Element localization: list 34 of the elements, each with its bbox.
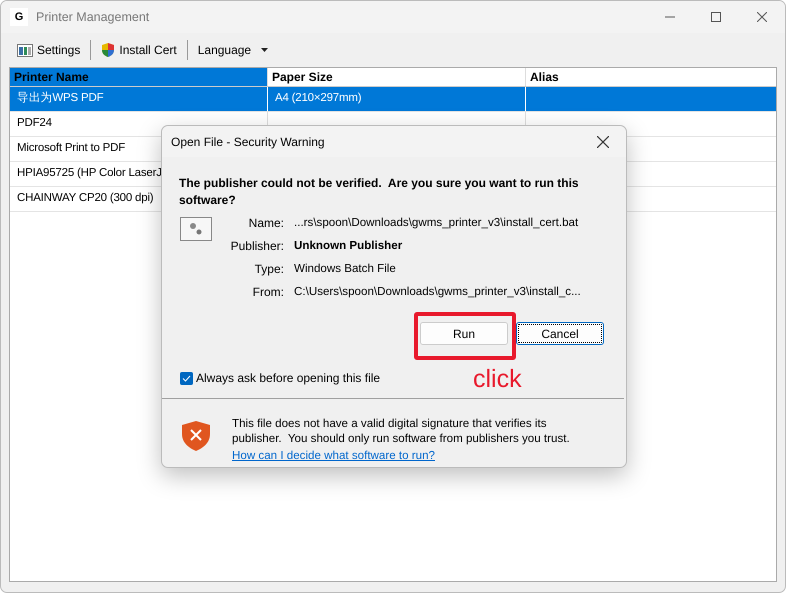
- table-cell: 导出为WPS PDF: [10, 87, 268, 111]
- app-icon: G: [10, 8, 28, 26]
- checkbox[interactable]: [180, 372, 193, 384]
- monitor-icon: [17, 44, 33, 56]
- shield-icon: [101, 42, 116, 58]
- table-cell: A4 (210×297mm): [268, 87, 526, 111]
- column-header[interactable]: Paper Size: [268, 68, 526, 86]
- field-value: Windows Batch File: [294, 260, 396, 277]
- shield-icon: [181, 420, 211, 452]
- field-value: ...rs\spoon\Downloads\gwms_printer_v3\install_cert.bat: [294, 214, 578, 231]
- dialog-button[interactable]: Cancel: [516, 322, 604, 345]
- dialog-button[interactable]: Run: [420, 322, 508, 345]
- language-dropdown[interactable]: Language: [196, 39, 270, 61]
- checkbox-label[interactable]: Always ask before opening this file: [196, 369, 380, 387]
- field-label: Publisher:: [230, 238, 285, 254]
- column-header[interactable]: Printer Name: [10, 68, 268, 86]
- column-header[interactable]: Alias: [526, 68, 776, 86]
- field-value: Unknown Publisher: [294, 238, 402, 254]
- field-label: Name:: [248, 214, 285, 232]
- gear-icon: [180, 217, 212, 241]
- help-link[interactable]: How can I decide what software to run?: [232, 449, 435, 462]
- warning-text: This file does not have a valid digital signature that verifies its publisher. You should only run software from publishers you trust.: [232, 416, 571, 446]
- maximize-icon[interactable]: [711, 12, 721, 22]
- toolbar-button[interactable]: Install Cert: [99, 39, 179, 61]
- toolbar-button[interactable]: Settings: [15, 39, 82, 61]
- close-icon[interactable]: [757, 12, 767, 22]
- field-label: From:: [252, 284, 285, 300]
- annotation-text: click: [473, 367, 522, 392]
- field-value: C:\Users\spoon\Downloads\gwms_printer_v3\install_c...: [294, 284, 581, 300]
- checkmark-icon: [182, 374, 191, 382]
- window-title: Printer Management: [36, 8, 150, 26]
- caret-icon: [261, 48, 268, 52]
- field-label: Type:: [254, 260, 285, 278]
- close-icon[interactable]: [597, 136, 609, 148]
